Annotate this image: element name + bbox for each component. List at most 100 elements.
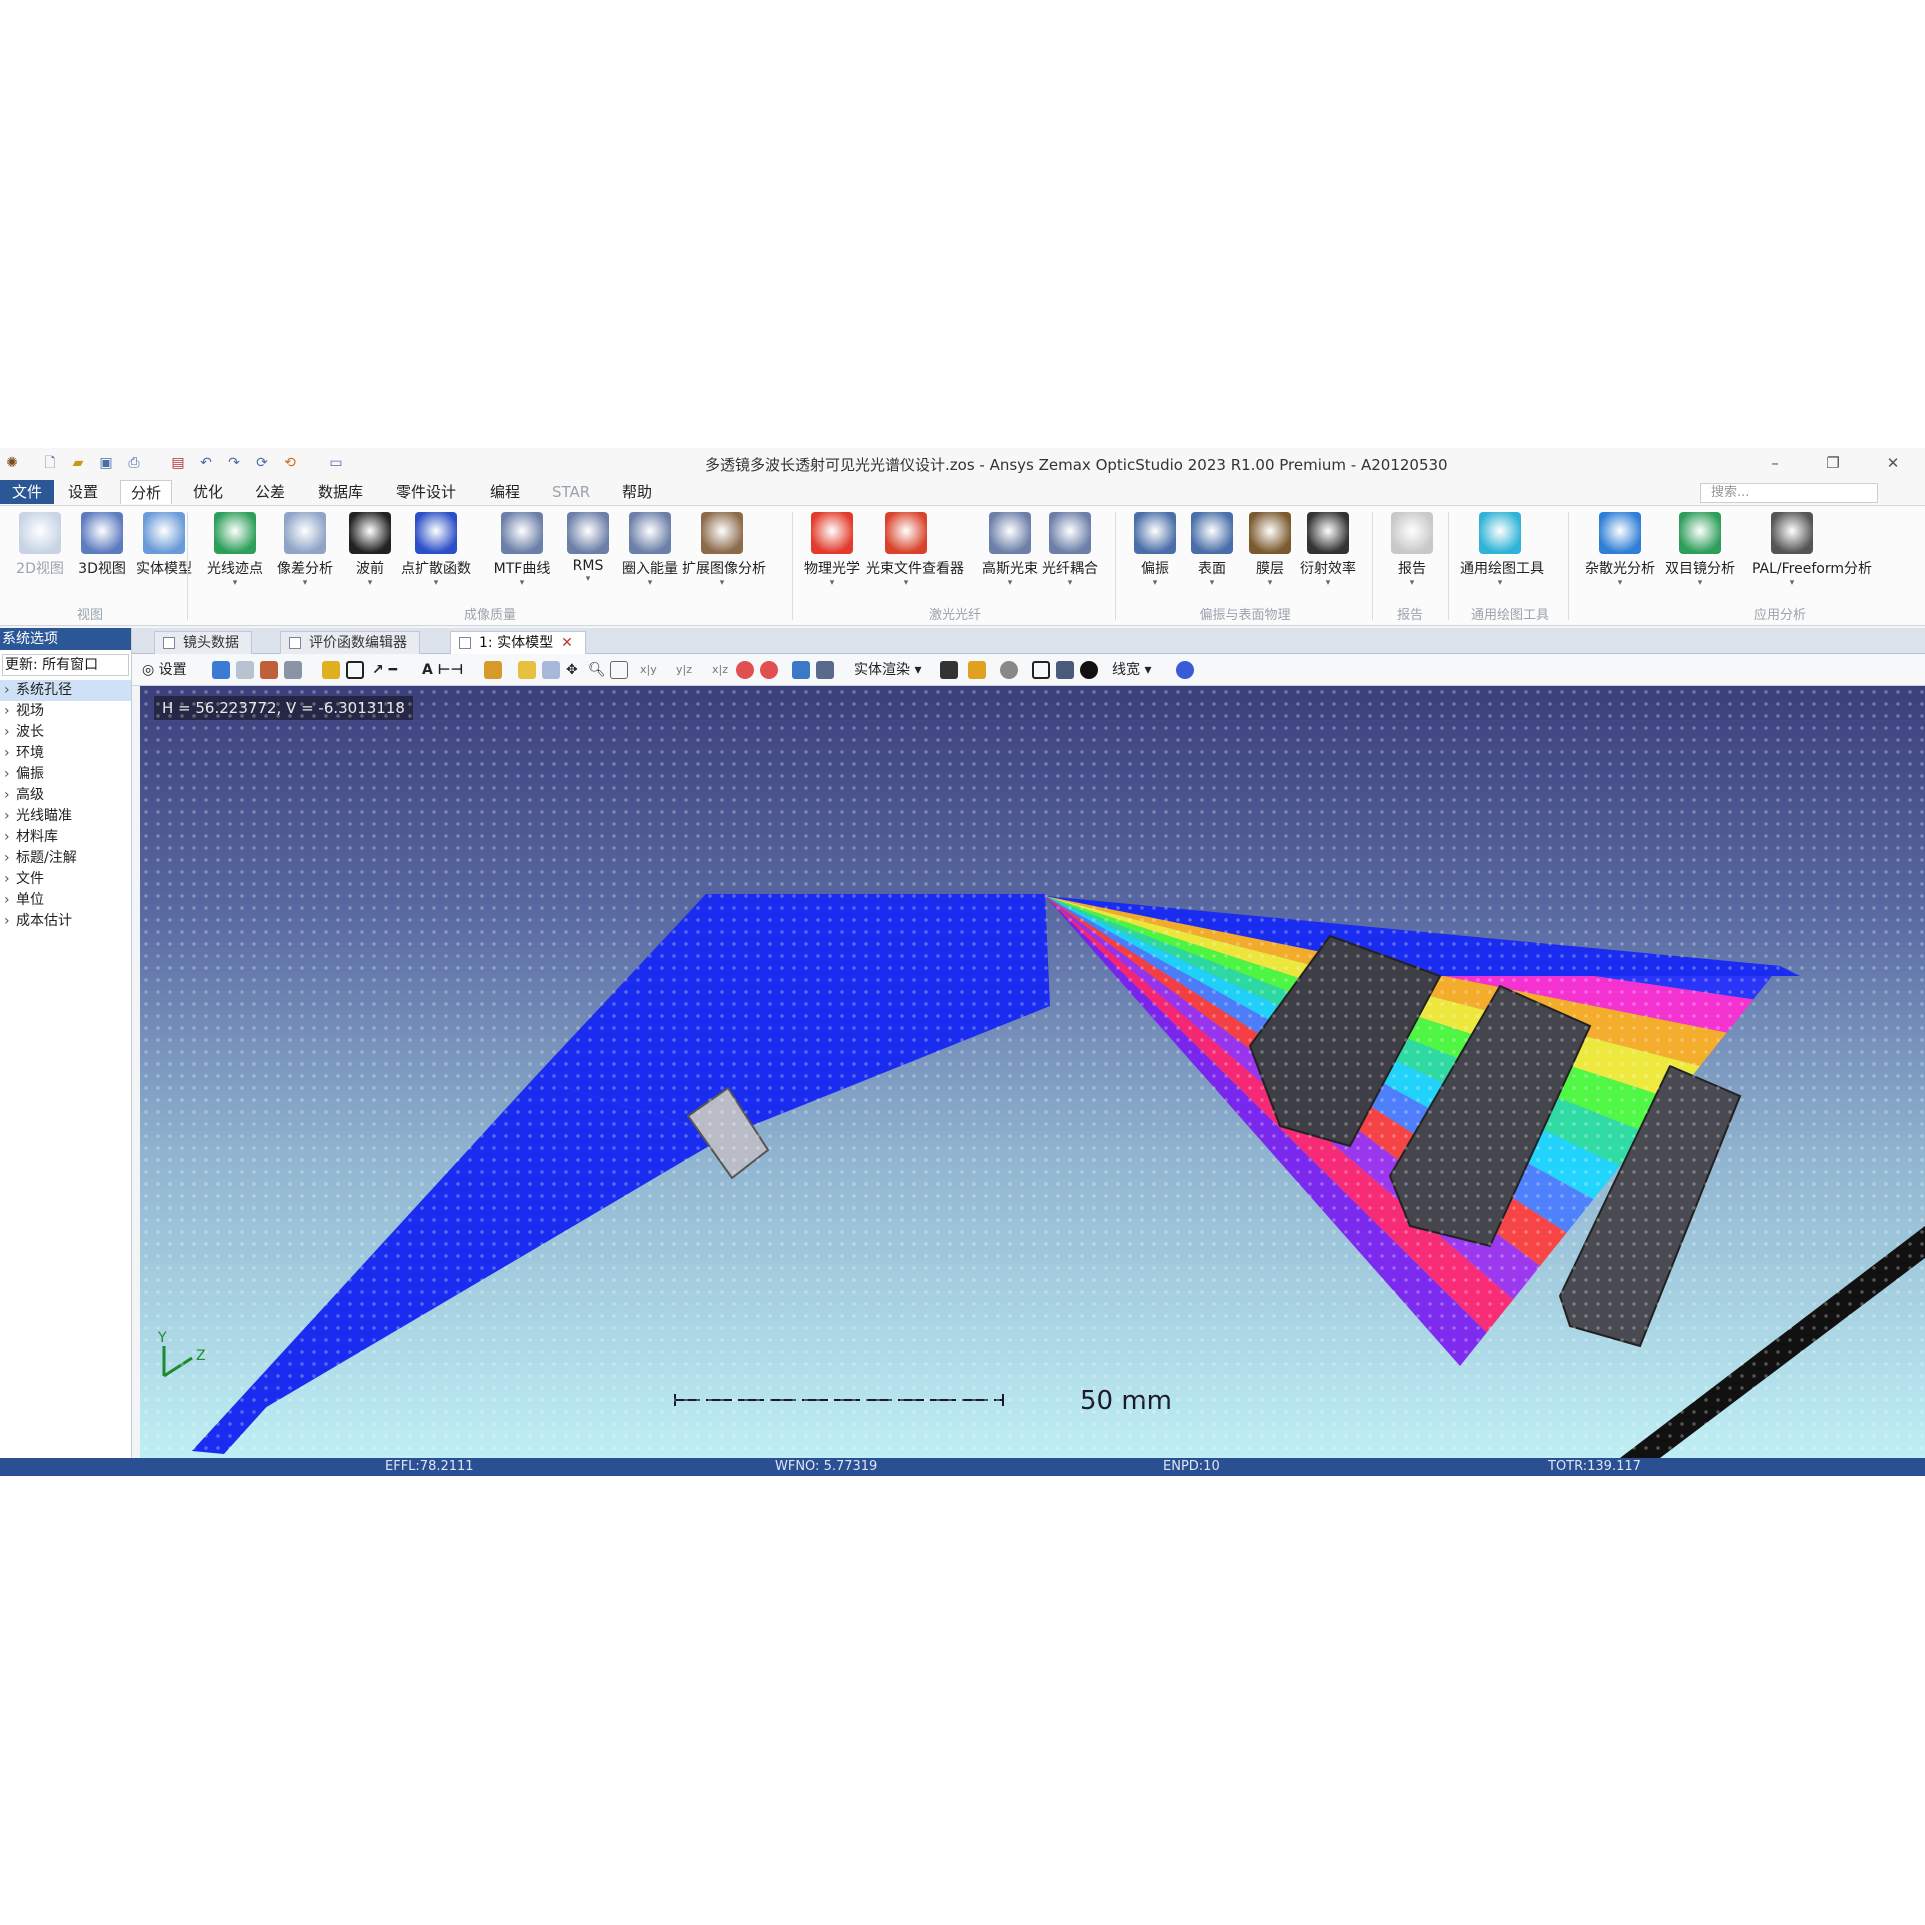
tab-merit-function[interactable]: 评价函数编辑器 [280, 631, 420, 654]
axes-icon[interactable] [518, 661, 536, 679]
light-icon[interactable] [968, 661, 986, 679]
system-option-item[interactable]: 文件 [0, 869, 131, 890]
tab-tolerance[interactable]: 公差 [245, 480, 295, 504]
tab-optimize[interactable]: 优化 [183, 480, 233, 504]
pan-icon[interactable]: ✥ [566, 660, 578, 680]
tab-libraries[interactable]: 数据库 [308, 480, 373, 504]
power-icon[interactable] [1080, 661, 1098, 679]
ribbon-button-ray-trace[interactable]: 光线迹点 ▾ [195, 512, 275, 598]
cube-icon[interactable] [792, 661, 810, 679]
system-option-item[interactable]: 环境 [0, 743, 131, 764]
no-rays-icon[interactable] [760, 661, 778, 679]
ribbon-button-freeform[interactable]: PAL/Freeform分析 ▾ [1752, 512, 1872, 598]
close-button[interactable]: ✕ [1878, 452, 1908, 474]
solid-model-viewport[interactable]: Y Z H = 56.223772, V = -6.3013118 50 mm [140, 686, 1925, 1458]
tab-star[interactable]: STAR [542, 480, 600, 504]
window-title: 多透镜多波长透射可见光光谱仪设计.zos - Ansys Zemax Optic… [705, 456, 1448, 474]
render-mode-dropdown[interactable]: 实体渲染 ▾ [854, 660, 921, 680]
export-icon[interactable] [260, 661, 278, 679]
search-input[interactable]: 搜索... [1700, 483, 1878, 503]
ribbon-button-label: 光纤耦合 [1042, 561, 1098, 577]
update-dropdown[interactable]: 更新: 所有窗口 [2, 654, 129, 676]
refresh-icon[interactable]: ⟳ [252, 453, 272, 473]
system-option-item[interactable]: 视场 [0, 701, 131, 722]
no-ghost-icon[interactable] [736, 661, 754, 679]
ribbon-button-beam-viewer[interactable]: 光束文件查看器 ▾ [866, 512, 964, 598]
system-option-item[interactable]: 单位 [0, 890, 131, 911]
ribbon-button-label: 光束文件查看器 [866, 561, 964, 577]
print-icon[interactable]: ⎙ [124, 453, 144, 473]
beam-viewer-icon [885, 512, 927, 554]
ribbon-button-physical-optics[interactable]: 物理光学 ▾ [792, 512, 872, 598]
chevron-down-icon: ▾ [232, 578, 238, 588]
system-option-item[interactable]: 标题/注解 [0, 848, 131, 869]
ribbon: 2D视图 3D视图 实体模型 光线迹点 ▾ 像差分析 ▾ 波前 ▾ 点扩散函数 ▾ MTF曲线 ▾ RMS… [0, 506, 1925, 626]
system-option-item[interactable]: 偏振 [0, 764, 131, 785]
refresh-view-icon[interactable] [212, 661, 230, 679]
ribbon-button-diffraction[interactable]: 衍射效率 ▾ [1288, 512, 1368, 598]
diffraction-icon [1307, 512, 1349, 554]
fit-view-icon[interactable] [542, 661, 560, 679]
zoom-icon[interactable]: 🔍︎ [588, 660, 606, 680]
system-option-item[interactable]: 光线瞄准 [0, 806, 131, 827]
text-tool-icon[interactable]: A ⊢⊣ [422, 660, 463, 680]
ribbon-button-fiber-coupling[interactable]: 光纤耦合 ▾ [1030, 512, 1110, 598]
tab-analysis[interactable]: 分析 [120, 480, 173, 504]
scale-label: 50 mm [1080, 1386, 1173, 1416]
new-file-icon[interactable]: 🗋 [40, 453, 60, 473]
rotate-icon[interactable] [484, 661, 502, 679]
bulb-icon[interactable] [1000, 661, 1018, 679]
minimize-button[interactable]: – [1760, 452, 1790, 474]
camera-icon[interactable] [940, 661, 958, 679]
wire-cube-icon[interactable] [816, 661, 834, 679]
tab-file[interactable]: 文件 [0, 480, 55, 504]
chevron-down-icon: ▾ [647, 578, 653, 588]
line-tool-icon[interactable]: ↗ ━ [372, 660, 397, 680]
rectangle-icon[interactable] [346, 661, 364, 679]
ribbon-button-binocular[interactable]: 双目镜分析 ▾ [1660, 512, 1740, 598]
system-option-item[interactable]: 成本估计 [0, 911, 131, 932]
system-option-item[interactable]: 波长 [0, 722, 131, 743]
window-icon[interactable] [1056, 661, 1074, 679]
ribbon-button-report[interactable]: 报告 ▾ [1372, 512, 1452, 598]
tab-help[interactable]: 帮助 [612, 480, 662, 504]
system-option-item[interactable]: 系统孔径 [0, 680, 131, 701]
ribbon-button-psf[interactable]: 点扩散函数 ▾ [396, 512, 476, 598]
ribbon-button-encircled-energy[interactable]: 圈入能量 ▾ [610, 512, 690, 598]
wavefront-icon [349, 512, 391, 554]
pencil-icon[interactable] [322, 661, 340, 679]
undo-icon[interactable]: ↶ [196, 453, 216, 473]
info-icon[interactable] [1176, 661, 1194, 679]
save-icon[interactable]: ▣ [96, 453, 116, 473]
save-as-icon[interactable]: ▤ [168, 453, 188, 473]
ribbon-button-extended-image[interactable]: 扩展图像分析 ▾ [682, 512, 766, 598]
open-folder-icon[interactable]: ▰ [68, 453, 88, 473]
ribbon-button-stray-light[interactable]: 杂散光分析 ▾ [1580, 512, 1660, 598]
view-xz-button[interactable]: x|z [712, 660, 728, 680]
settings-button[interactable]: ◎ 设置 [142, 660, 187, 680]
view-xy-button[interactable]: x|y [640, 660, 657, 680]
tab-part-design[interactable]: 零件设计 [386, 480, 466, 504]
system-option-item[interactable]: 材料库 [0, 827, 131, 848]
line-width-dropdown[interactable]: 线宽 ▾ [1112, 660, 1151, 680]
view-yz-button[interactable]: y|z [676, 660, 692, 680]
tab-lens-data[interactable]: 镜头数据 [154, 631, 252, 654]
restore-button[interactable]: ❐ [1818, 452, 1848, 474]
close-tab-icon[interactable]: ✕ [561, 635, 573, 651]
app-logo-icon[interactable]: ✺ [2, 453, 22, 473]
system-option-item[interactable]: 高级 [0, 785, 131, 806]
grid-toggle-icon[interactable] [1032, 661, 1050, 679]
ribbon-button-solid-model[interactable]: 实体模型 [124, 512, 204, 598]
update-icon[interactable]: ⟲ [280, 453, 300, 473]
zoom-window-icon[interactable] [610, 661, 628, 679]
status-bar: EFFL:78.2111 WFNO: 5.77319 ENPD:10 TOTR:… [0, 1458, 1925, 1476]
copy-icon[interactable] [236, 661, 254, 679]
redo-icon[interactable]: ↷ [224, 453, 244, 473]
tab-solid-model[interactable]: 1: 实体模型 ✕ [450, 631, 586, 654]
tab-programming[interactable]: 编程 [480, 480, 530, 504]
print-view-icon[interactable] [284, 661, 302, 679]
2d-view-icon [19, 512, 61, 554]
layout-icon[interactable]: ▭ [326, 453, 346, 473]
tab-settings[interactable]: 设置 [58, 480, 108, 504]
ribbon-button-plot-tools[interactable]: 通用绘图工具 ▾ [1460, 512, 1544, 598]
